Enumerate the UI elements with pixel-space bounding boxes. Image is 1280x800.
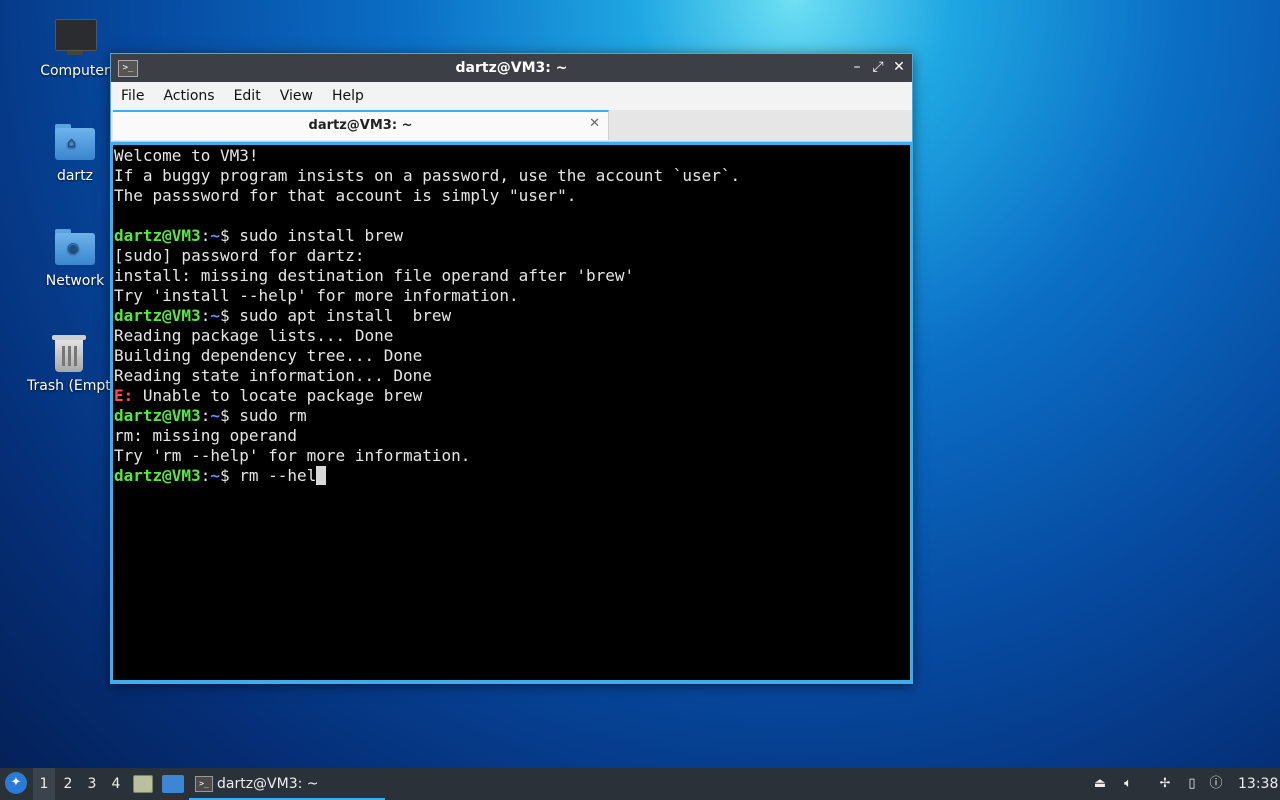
desktop-icon-home-folder[interactable]: ⌂ dartz	[27, 122, 123, 184]
maximize-button[interactable]: ⤢	[869, 58, 887, 76]
start-menu-icon[interactable]: ✦	[5, 772, 27, 794]
minimize-button[interactable]: –	[848, 58, 866, 76]
command-input[interactable]: rm --hel	[230, 466, 316, 485]
workspace-2[interactable]: 2	[57, 768, 79, 800]
prompt-user: dartz@VM3	[114, 406, 201, 425]
home-folder-icon: ⌂	[55, 122, 95, 162]
terminal-command-line: dartz@VM3:~$ sudo rm	[114, 406, 910, 426]
prompt-colon: :	[200, 306, 211, 325]
desktop-icon-trash[interactable]: Trash (Empty)	[27, 332, 111, 394]
text-cursor	[316, 466, 327, 485]
menu-actions[interactable]: Actions	[153, 82, 223, 110]
trash-icon	[49, 332, 89, 372]
desktop-icon-network[interactable]: ◉ Network	[27, 227, 123, 289]
desktop-icon-computer[interactable]: Computer	[27, 17, 123, 79]
menu-view[interactable]: View	[270, 82, 322, 110]
menu-bar: File Actions Edit View Help	[111, 82, 912, 110]
terminal-error-line: E: Unable to locate package brew	[114, 386, 910, 406]
terminal-line: rm: missing operand	[114, 426, 298, 445]
command-text: sudo rm	[229, 406, 307, 425]
tray-arrow-icon[interactable]: ⏏	[1092, 776, 1108, 792]
tab-bar: dartz@VM3: ~ ✕	[111, 110, 912, 142]
workspace-1[interactable]: 1	[33, 768, 55, 800]
terminal-command-line: dartz@VM3:~$ sudo apt install brew	[114, 306, 910, 326]
prompt-user: dartz@VM3	[114, 226, 201, 245]
clock[interactable]: 13:38	[1238, 768, 1278, 800]
prompt-colon: :	[200, 406, 211, 425]
terminal-line: Building dependency tree... Done	[114, 346, 423, 365]
computer-icon	[55, 17, 97, 57]
terminal-line: Welcome to VM3!	[114, 146, 259, 165]
tab-terminal[interactable]: dartz@VM3: ~ ✕	[113, 110, 609, 140]
workspace-4[interactable]: 4	[105, 768, 127, 800]
command-text: sudo apt install brew	[229, 306, 452, 325]
terminal-command-line: dartz@VM3:~$ sudo install brew	[114, 226, 910, 246]
desktop-icon-label: Trash (Empty)	[27, 378, 111, 394]
taskbar: ✦ 1 2 3 4 >_ dartz@VM3: ~ ⏏ 🔈︎ ✢ ▯ ⓘ 13:…	[0, 768, 1280, 800]
error-prefix: E:	[114, 386, 134, 405]
terminal-output[interactable]: Welcome to VM3! If a buggy program insis…	[113, 145, 910, 680]
terminal-line: [sudo] password for dartz:	[114, 246, 365, 265]
tab-title: dartz@VM3: ~	[308, 118, 413, 133]
terminal-line: If a buggy program insists on a password…	[114, 166, 741, 185]
prompt-sign: $	[219, 406, 230, 425]
command-text: sudo install brew	[229, 226, 404, 245]
prompt-sign: $	[219, 226, 230, 245]
volume-icon[interactable]: 🔈︎	[1120, 776, 1136, 792]
network-folder-icon: ◉	[55, 227, 95, 267]
menu-help[interactable]: Help	[322, 82, 373, 110]
close-button[interactable]: ✕	[890, 58, 908, 76]
terminal-line: install: missing destination file operan…	[114, 266, 635, 285]
prompt-path: ~	[210, 466, 220, 485]
terminal-line: Try 'install --help' for more informatio…	[114, 286, 519, 305]
menu-edit[interactable]: Edit	[224, 82, 270, 110]
desktop-icon-label: Computer	[40, 63, 110, 79]
tab-close-icon[interactable]: ✕	[589, 116, 600, 131]
prompt-path: ~	[210, 406, 220, 425]
terminal-command-line: dartz@VM3:~$ rm --hel	[114, 466, 910, 486]
menu-file[interactable]: File	[111, 82, 153, 110]
window-title: dartz@VM3: ~	[455, 60, 568, 76]
taskbar-terminal-button[interactable]: >_ dartz@VM3: ~	[189, 768, 385, 800]
prompt-path: ~	[210, 226, 220, 245]
clipboard-icon[interactable]: ▯	[1184, 776, 1200, 792]
prompt-user: dartz@VM3	[114, 306, 201, 325]
prompt-colon: :	[200, 466, 211, 485]
prompt-path: ~	[210, 306, 220, 325]
desktop-icon-label: Network	[45, 273, 105, 289]
task-label: dartz@VM3: ~	[217, 776, 319, 792]
prompt-colon: :	[200, 226, 211, 245]
error-message: Unable to locate package brew	[133, 386, 423, 405]
terminal-line: Reading package lists... Done	[114, 326, 394, 345]
terminal-line: The passsword for that account is simply…	[114, 186, 577, 205]
terminal-line: Try 'rm --help' for more information.	[114, 446, 471, 465]
show-desktop-icon[interactable]	[162, 775, 184, 793]
workspace-3[interactable]: 3	[81, 768, 103, 800]
window-titlebar[interactable]: >_ dartz@VM3: ~ – ⤢ ✕	[111, 54, 912, 82]
prompt-sign: $	[219, 306, 230, 325]
prompt-sign: $	[219, 466, 230, 485]
network-tray-icon[interactable]: ✢	[1157, 776, 1173, 792]
terminal-window: >_ dartz@VM3: ~ – ⤢ ✕ File Actions Edit Vie…	[110, 53, 913, 684]
notification-icon[interactable]: ⓘ	[1208, 776, 1224, 792]
prompt-user: dartz@VM3	[114, 466, 201, 485]
terminal-icon: >_	[195, 776, 213, 792]
desktop-icon-label: dartz	[56, 168, 94, 184]
terminal-line: Reading state information... Done	[114, 366, 432, 385]
file-manager-icon[interactable]	[133, 775, 153, 793]
